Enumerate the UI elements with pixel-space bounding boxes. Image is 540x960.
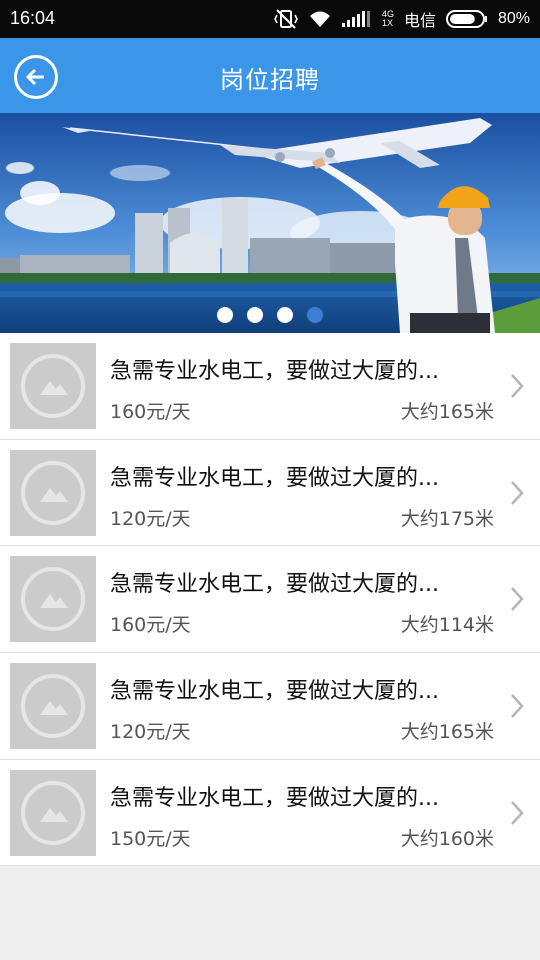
image-placeholder-icon xyxy=(21,567,85,632)
network-type: 4G 1X xyxy=(381,9,394,28)
job-salary: 120元/天 xyxy=(110,721,191,744)
job-title: 急需专业水电工，要做过大厦的... xyxy=(110,572,439,598)
chevron-right-icon xyxy=(511,694,524,718)
chevron-right-icon xyxy=(511,587,524,612)
image-placeholder-icon xyxy=(21,460,85,525)
carousel-dot[interactable] xyxy=(277,307,293,323)
carousel-dot[interactable] xyxy=(247,307,263,323)
status-time: 16:04 xyxy=(10,8,56,28)
carrier-name: 电信 xyxy=(403,13,436,30)
job-list-item[interactable]: 急需专业水电工，要做过大厦的... 120元/天 大约165米 xyxy=(0,653,540,760)
job-list-item[interactable]: 急需专业水电工，要做过大厦的... 160元/天 大约114米 xyxy=(0,546,540,654)
job-title: 急需专业水电工，要做过大厦的... xyxy=(110,679,439,705)
image-placeholder xyxy=(10,663,96,750)
signal-icon xyxy=(341,11,370,27)
job-salary: 160元/天 xyxy=(110,401,191,423)
job-title: 急需专业水电工，要做过大厦的... xyxy=(110,785,439,811)
banner-image xyxy=(0,113,540,333)
job-list: 急需专业水电工，要做过大厦的... 160元/天 大约165米 急需专业水电工，… xyxy=(0,333,540,867)
job-distance: 大约165米 xyxy=(400,401,494,423)
job-list-item[interactable]: 急需专业水电工，要做过大厦的... 160元/天 大约165米 xyxy=(0,333,540,440)
app-bar: 岗位招聘 xyxy=(0,38,540,113)
status-bar: 16:04 4G 1X 电信 80% xyxy=(0,0,540,38)
job-title: 急需专业水电工，要做过大厦的... xyxy=(110,465,439,491)
chevron-right-icon xyxy=(511,480,524,505)
job-salary: 120元/天 xyxy=(110,507,191,530)
image-placeholder xyxy=(10,556,96,643)
carousel-dot[interactable] xyxy=(217,307,233,323)
carousel-dot-active[interactable] xyxy=(307,307,323,323)
job-title: 急需专业水电工，要做过大厦的... xyxy=(110,359,439,384)
image-placeholder xyxy=(10,343,96,429)
carousel-indicators xyxy=(0,307,540,323)
job-list-item[interactable]: 急需专业水电工，要做过大厦的... 150元/天 大约160米 xyxy=(0,760,540,867)
status-icons: 4G 1X 电信 80% xyxy=(274,7,530,31)
wifi-icon xyxy=(309,11,330,27)
battery-percent: 80% xyxy=(497,10,530,27)
chevron-right-icon xyxy=(511,800,524,825)
job-list-item[interactable]: 急需专业水电工，要做过大厦的... 120元/天 大约175米 xyxy=(0,440,540,547)
image-placeholder xyxy=(10,769,96,856)
job-distance: 大约114米 xyxy=(400,614,494,637)
page-title: 岗位招聘 xyxy=(220,66,320,94)
image-placeholder-icon xyxy=(21,674,85,739)
chevron-right-icon xyxy=(511,374,524,398)
job-distance: 大约175米 xyxy=(400,507,494,530)
image-placeholder-icon xyxy=(21,780,85,845)
image-placeholder-icon xyxy=(21,354,85,418)
battery-icon xyxy=(445,10,487,28)
job-salary: 160元/天 xyxy=(110,614,191,637)
job-salary: 150元/天 xyxy=(110,827,191,850)
image-placeholder xyxy=(10,449,96,536)
banner-carousel[interactable] xyxy=(0,113,540,333)
job-distance: 大约160米 xyxy=(400,827,494,850)
vibrate-mute-icon xyxy=(274,9,298,29)
job-distance: 大约165米 xyxy=(400,721,494,744)
